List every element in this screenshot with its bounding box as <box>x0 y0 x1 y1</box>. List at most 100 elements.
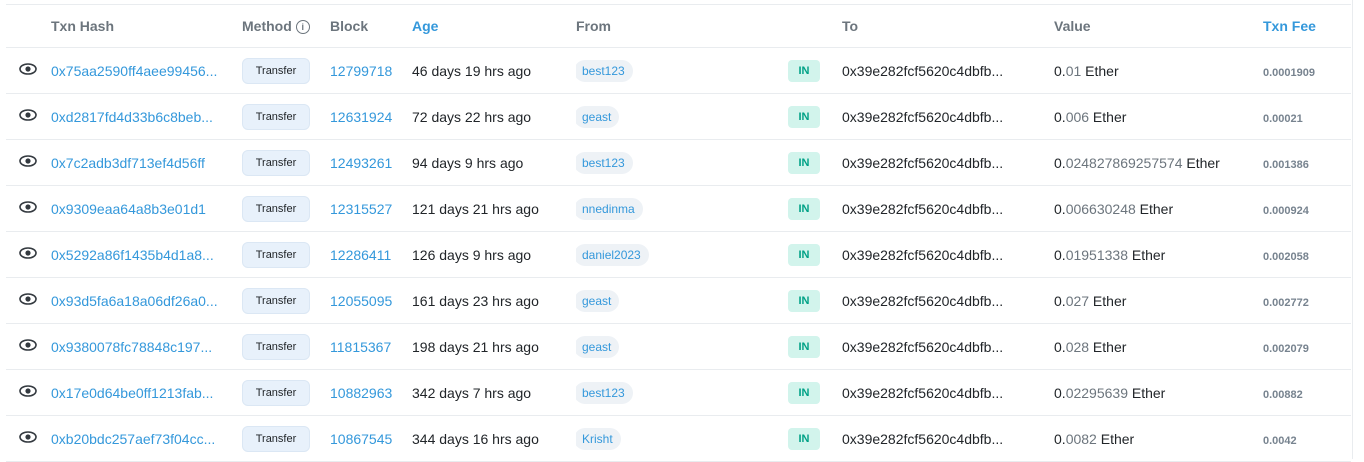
value-int: 0. <box>1054 292 1066 309</box>
txn-hash-link[interactable]: 0xb20bdc257aef73f04cc... <box>51 431 219 447</box>
direction-badge: IN <box>788 289 820 312</box>
from-address-link[interactable]: nnedinma <box>576 197 643 220</box>
from-address-link[interactable]: daniel2023 <box>576 243 649 266</box>
from-address-link[interactable]: best123 <box>576 381 633 404</box>
txn-hash-link[interactable]: 0x9309eaa64a8b3e01d1 <box>51 201 219 217</box>
col-block: Block <box>330 4 412 48</box>
eye-icon[interactable] <box>19 292 37 306</box>
value-unit: Ether <box>1089 338 1127 355</box>
value-unit: Ether <box>1127 384 1166 401</box>
txn-fee: 0.0042 <box>1263 434 1297 447</box>
info-icon[interactable]: i <box>295 20 310 34</box>
value-cell: 0.01 Ether <box>1054 47 1263 94</box>
method-badge: Transfer <box>242 333 310 360</box>
col-age-toggle[interactable]: Age <box>412 4 576 48</box>
txn-hash-link[interactable]: 0x75aa2590ff4aee99456... <box>51 63 219 79</box>
to-address: 0x39e282fcf5620c4dbfb... <box>842 154 1004 171</box>
value-int: 0. <box>1054 200 1066 217</box>
value-cell: 0.027 Ether <box>1054 277 1263 324</box>
value-decimals: 01 <box>1065 62 1082 79</box>
direction-badge: IN <box>788 59 820 82</box>
direction-badge: IN <box>788 243 820 266</box>
table-row: 0x93d5fa6a18a06df26a0... Transfer 120550… <box>6 277 1351 324</box>
age-text: 161 days 23 hrs ago <box>412 292 539 309</box>
table-row: 0x17e0d64be0ff1213fab... Transfer 108829… <box>6 369 1351 416</box>
method-badge: Transfer <box>242 103 310 130</box>
value-unit: Ether <box>1096 430 1135 447</box>
to-address: 0x39e282fcf5620c4dbfb... <box>842 246 1004 263</box>
block-link[interactable]: 11815367 <box>330 339 391 355</box>
eye-icon[interactable] <box>19 384 37 398</box>
to-address: 0x39e282fcf5620c4dbfb... <box>842 384 1004 401</box>
block-link[interactable]: 12631924 <box>330 109 392 125</box>
eye-icon[interactable] <box>19 246 37 260</box>
table-row: 0x75aa2590ff4aee99456... Transfer 127997… <box>6 47 1351 94</box>
age-text: 72 days 22 hrs ago <box>412 108 532 125</box>
table-row: 0x9380078fc78848c197... Transfer 1181536… <box>6 323 1351 370</box>
block-link[interactable]: 12055095 <box>330 293 392 309</box>
txn-hash-link[interactable]: 0x17e0d64be0ff1213fab... <box>51 385 219 401</box>
value-int: 0. <box>1054 338 1066 355</box>
table-row: 0x7c2adb3df713ef4d56ff Transfer 12493261… <box>6 139 1351 186</box>
txn-fee: 0.001386 <box>1263 158 1309 171</box>
block-link[interactable]: 12286411 <box>330 247 391 263</box>
table-row: 0x9309eaa64a8b3e01d1 Transfer 12315527 1… <box>6 185 1351 232</box>
col-method-label: Method <box>242 18 292 34</box>
eye-icon[interactable] <box>19 338 37 352</box>
value-unit: Ether <box>1135 200 1174 217</box>
value-decimals: 024827869257574 <box>1065 154 1183 171</box>
col-method: Method i <box>242 4 330 48</box>
value-decimals: 01951338 <box>1065 246 1128 263</box>
txn-fee: 0.000924 <box>1263 204 1309 217</box>
txn-hash-link[interactable]: 0x5292a86f1435b4d1a8... <box>51 247 219 263</box>
from-address-link[interactable]: Krisht <box>576 427 621 450</box>
block-link[interactable]: 12799718 <box>330 63 392 79</box>
eye-icon[interactable] <box>19 62 37 76</box>
value-int: 0. <box>1054 246 1066 263</box>
value-decimals: 028 <box>1065 338 1090 355</box>
txn-hash-link[interactable]: 0x93d5fa6a18a06df26a0... <box>51 293 219 309</box>
block-link[interactable]: 12493261 <box>330 155 392 171</box>
from-address-link[interactable]: best123 <box>576 151 633 174</box>
col-to: To <box>842 4 1054 48</box>
from-address-link[interactable]: geast <box>576 335 620 358</box>
value-cell: 0.006630248 Ether <box>1054 185 1263 232</box>
txn-hash-link[interactable]: 0xd2817fd4d33b6c8beb... <box>51 109 219 125</box>
to-address: 0x39e282fcf5620c4dbfb... <box>842 338 1004 355</box>
scrollbar[interactable] <box>1352 0 1353 459</box>
txn-fee: 0.00021 <box>1263 112 1303 125</box>
eye-icon[interactable] <box>19 108 37 122</box>
value-unit: Ether <box>1182 154 1220 171</box>
value-cell: 0.028 Ether <box>1054 323 1263 370</box>
txn-hash-link[interactable]: 0x9380078fc78848c197... <box>51 339 219 355</box>
to-address: 0x39e282fcf5620c4dbfb... <box>842 292 1004 309</box>
txn-fee: 0.0001909 <box>1263 66 1315 79</box>
col-txn-fee-toggle[interactable]: Txn Fee <box>1263 4 1351 48</box>
value-int: 0. <box>1054 62 1066 79</box>
age-text: 126 days 9 hrs ago <box>412 246 532 263</box>
table-header-row: Txn Hash Method i Block Age From To Value… <box>6 4 1351 48</box>
eye-icon[interactable] <box>19 154 37 168</box>
direction-badge: IN <box>788 105 820 128</box>
block-link[interactable]: 10882963 <box>330 385 392 401</box>
value-int: 0. <box>1054 108 1066 125</box>
table-row: 0xb20bdc257aef73f04cc... Transfer 108675… <box>6 415 1351 462</box>
block-link[interactable]: 12315527 <box>330 201 392 217</box>
to-address: 0x39e282fcf5620c4dbfb... <box>842 430 1004 447</box>
from-address-link[interactable]: best123 <box>576 59 633 82</box>
method-badge: Transfer <box>242 287 310 314</box>
value-int: 0. <box>1054 384 1066 401</box>
txn-hash-link[interactable]: 0x7c2adb3df713ef4d56ff <box>51 155 219 171</box>
col-value: Value <box>1054 4 1263 48</box>
to-address: 0x39e282fcf5620c4dbfb... <box>842 62 1004 79</box>
from-address-link[interactable]: geast <box>576 105 620 128</box>
block-link[interactable]: 10867545 <box>330 431 392 447</box>
eye-icon[interactable] <box>19 200 37 214</box>
txn-fee: 0.002079 <box>1263 342 1309 355</box>
value-decimals: 02295639 <box>1065 384 1128 401</box>
from-address-link[interactable]: geast <box>576 289 620 312</box>
direction-badge: IN <box>788 151 820 174</box>
eye-icon[interactable] <box>19 430 37 444</box>
method-badge: Transfer <box>242 379 310 406</box>
method-badge: Transfer <box>242 149 310 176</box>
